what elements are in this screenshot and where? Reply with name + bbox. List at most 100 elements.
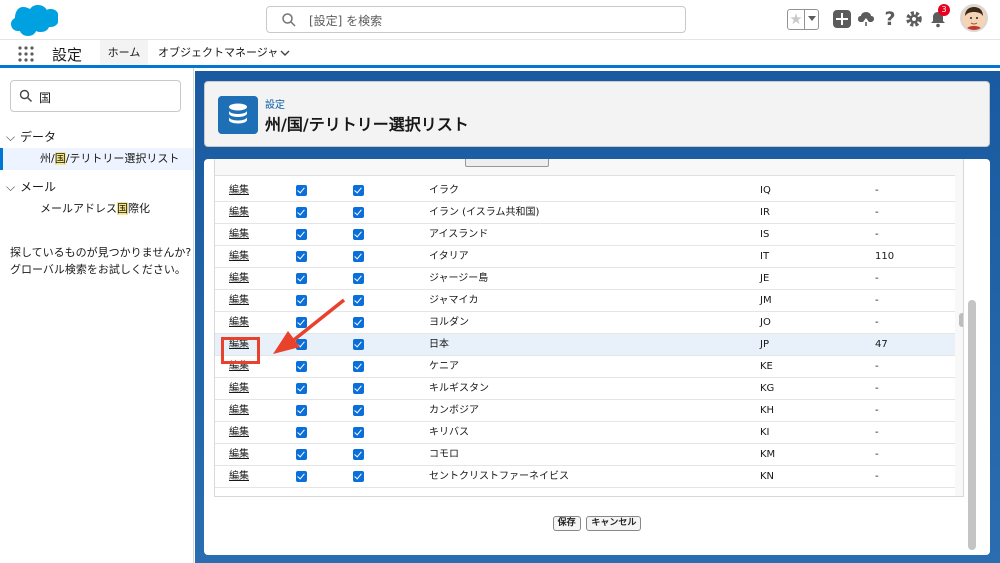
item-text: 州/ <box>40 152 55 165</box>
sidebar-item-territory-picklist[interactable]: 州/国/テリトリー選択リスト <box>0 148 193 170</box>
edit-link[interactable]: 編集 <box>229 378 249 400</box>
visible-checkbox[interactable] <box>353 361 364 372</box>
tab-object-manager[interactable]: オブジェクトマネージャ <box>158 40 278 68</box>
edit-link[interactable]: 編集 <box>229 422 249 444</box>
country-name: カンボジア <box>429 405 479 416</box>
global-search-input[interactable]: [設定] を検索 <box>266 6 686 33</box>
help-icon[interactable]: ? <box>880 9 900 29</box>
visible-checkbox[interactable] <box>353 405 364 416</box>
state-count: 110 <box>875 251 895 262</box>
visible-checkbox[interactable] <box>353 339 364 350</box>
visible-checkbox[interactable] <box>353 317 364 328</box>
sidebar-item-email-internationalization[interactable]: メールアドレス国際化 <box>0 198 193 220</box>
active-checkbox[interactable] <box>296 383 307 394</box>
table-scrollbar[interactable] <box>959 213 963 495</box>
active-checkbox[interactable] <box>296 317 307 328</box>
cancel-button[interactable]: キャンセル <box>586 516 642 531</box>
add-icon[interactable] <box>832 9 852 29</box>
country-name: セントクリストファーネイビス <box>429 471 569 482</box>
tab-home[interactable]: ホーム <box>100 40 148 68</box>
country-name: アイスランド <box>429 229 489 240</box>
state-count: - <box>875 361 879 372</box>
chevron-down-icon[interactable] <box>280 48 290 58</box>
visible-checkbox[interactable] <box>353 273 364 284</box>
active-checkbox[interactable] <box>296 251 307 262</box>
country-name: キルギスタン <box>429 383 489 394</box>
country-code: KE <box>760 361 773 372</box>
active-checkbox[interactable] <box>296 273 307 284</box>
visible-checkbox[interactable] <box>353 207 364 218</box>
country-name: イラク <box>429 185 459 196</box>
tree-group-mail[interactable]: ⌵ メール <box>6 178 56 195</box>
visible-checkbox[interactable] <box>353 471 364 482</box>
active-checkbox[interactable] <box>296 185 307 196</box>
state-count: - <box>875 207 879 218</box>
country-code: IQ <box>760 185 771 196</box>
edit-link[interactable]: 編集 <box>229 400 249 422</box>
button-bar: 保存 キャンセル <box>204 516 990 536</box>
table-row: 編集 コモロ KM - <box>215 444 955 466</box>
country-code: KG <box>760 383 775 394</box>
country-name: ジャージー島 <box>429 273 489 284</box>
visible-checkbox[interactable] <box>353 295 364 306</box>
visible-checkbox[interactable] <box>353 427 364 438</box>
edit-link[interactable]: 編集 <box>229 202 249 224</box>
quick-find-input[interactable]: 国 <box>10 80 181 112</box>
active-checkbox[interactable] <box>296 449 307 460</box>
visible-checkbox[interactable] <box>353 229 364 240</box>
item-text: /テリトリー選択リスト <box>65 152 180 165</box>
section-button-cutoff[interactable] <box>465 159 549 167</box>
state-count: 47 <box>875 339 888 350</box>
table-row: 編集 イラン (イスラム共和国) IR - <box>215 202 955 224</box>
page-header: 設定 州/国/テリトリー選択リスト <box>204 81 990 147</box>
visible-checkbox[interactable] <box>353 185 364 196</box>
app-launcher-icon[interactable] <box>18 46 34 62</box>
edit-link[interactable]: 編集 <box>229 290 249 312</box>
favorites-button[interactable]: ★ <box>787 9 819 30</box>
edit-link[interactable]: 編集 <box>229 444 249 466</box>
state-count: - <box>875 317 879 328</box>
avatar[interactable] <box>960 4 988 32</box>
country-name: キリバス <box>429 427 469 438</box>
salesforce-logo-icon[interactable] <box>10 4 58 36</box>
state-count: - <box>875 383 879 394</box>
visible-checkbox[interactable] <box>353 251 364 262</box>
country-code: IS <box>760 229 770 240</box>
active-checkbox[interactable] <box>296 361 307 372</box>
active-checkbox[interactable] <box>296 207 307 218</box>
edit-link[interactable]: 編集 <box>229 312 249 334</box>
help-line: 探しているものが見つかりませんか? <box>10 246 192 259</box>
tree-group-label: データ <box>20 130 57 144</box>
visible-checkbox[interactable] <box>353 449 364 460</box>
country-code: IR <box>760 207 770 218</box>
edit-link[interactable]: 編集 <box>229 466 249 488</box>
active-checkbox[interactable] <box>296 295 307 306</box>
table-row: 編集 イラク IQ - <box>215 180 955 202</box>
active-checkbox[interactable] <box>296 427 307 438</box>
chevron-down-icon: ⌵ <box>6 180 16 194</box>
table-row: 編集 ケニア KE - <box>215 356 955 378</box>
trailhead-icon[interactable] <box>856 9 876 29</box>
country-list-box: 編集 イラク IQ - 編集 イラン (イスラム共和国) IR - 編集 アイスランド IS - 編集イ… <box>214 159 964 497</box>
sidebar-help-text: 探しているものが見つかりませんか? グローバル検索をお試しください。 <box>10 244 191 278</box>
edit-link[interactable]: 編集 <box>229 268 249 290</box>
edit-link[interactable]: 編集 <box>229 224 249 246</box>
page-kicker[interactable]: 設定 <box>265 96 285 111</box>
country-name: イタリア <box>429 251 469 262</box>
edit-link[interactable]: 編集 <box>229 246 249 268</box>
active-checkbox[interactable] <box>296 229 307 240</box>
visible-checkbox[interactable] <box>353 383 364 394</box>
state-count: - <box>875 405 879 416</box>
active-checkbox[interactable] <box>296 471 307 482</box>
country-code: JM <box>760 295 772 306</box>
active-checkbox[interactable] <box>296 339 307 350</box>
state-count: - <box>875 471 879 482</box>
edit-link[interactable]: 編集 <box>229 180 249 202</box>
page-scrollbar[interactable] <box>968 300 976 550</box>
item-highlight: 国 <box>54 152 66 165</box>
save-button[interactable]: 保存 <box>552 516 581 531</box>
tree-group-data[interactable]: ⌵ データ <box>6 128 56 145</box>
gear-icon[interactable] <box>904 9 924 29</box>
active-checkbox[interactable] <box>296 405 307 416</box>
scrollbar-thumb[interactable] <box>959 313 963 327</box>
